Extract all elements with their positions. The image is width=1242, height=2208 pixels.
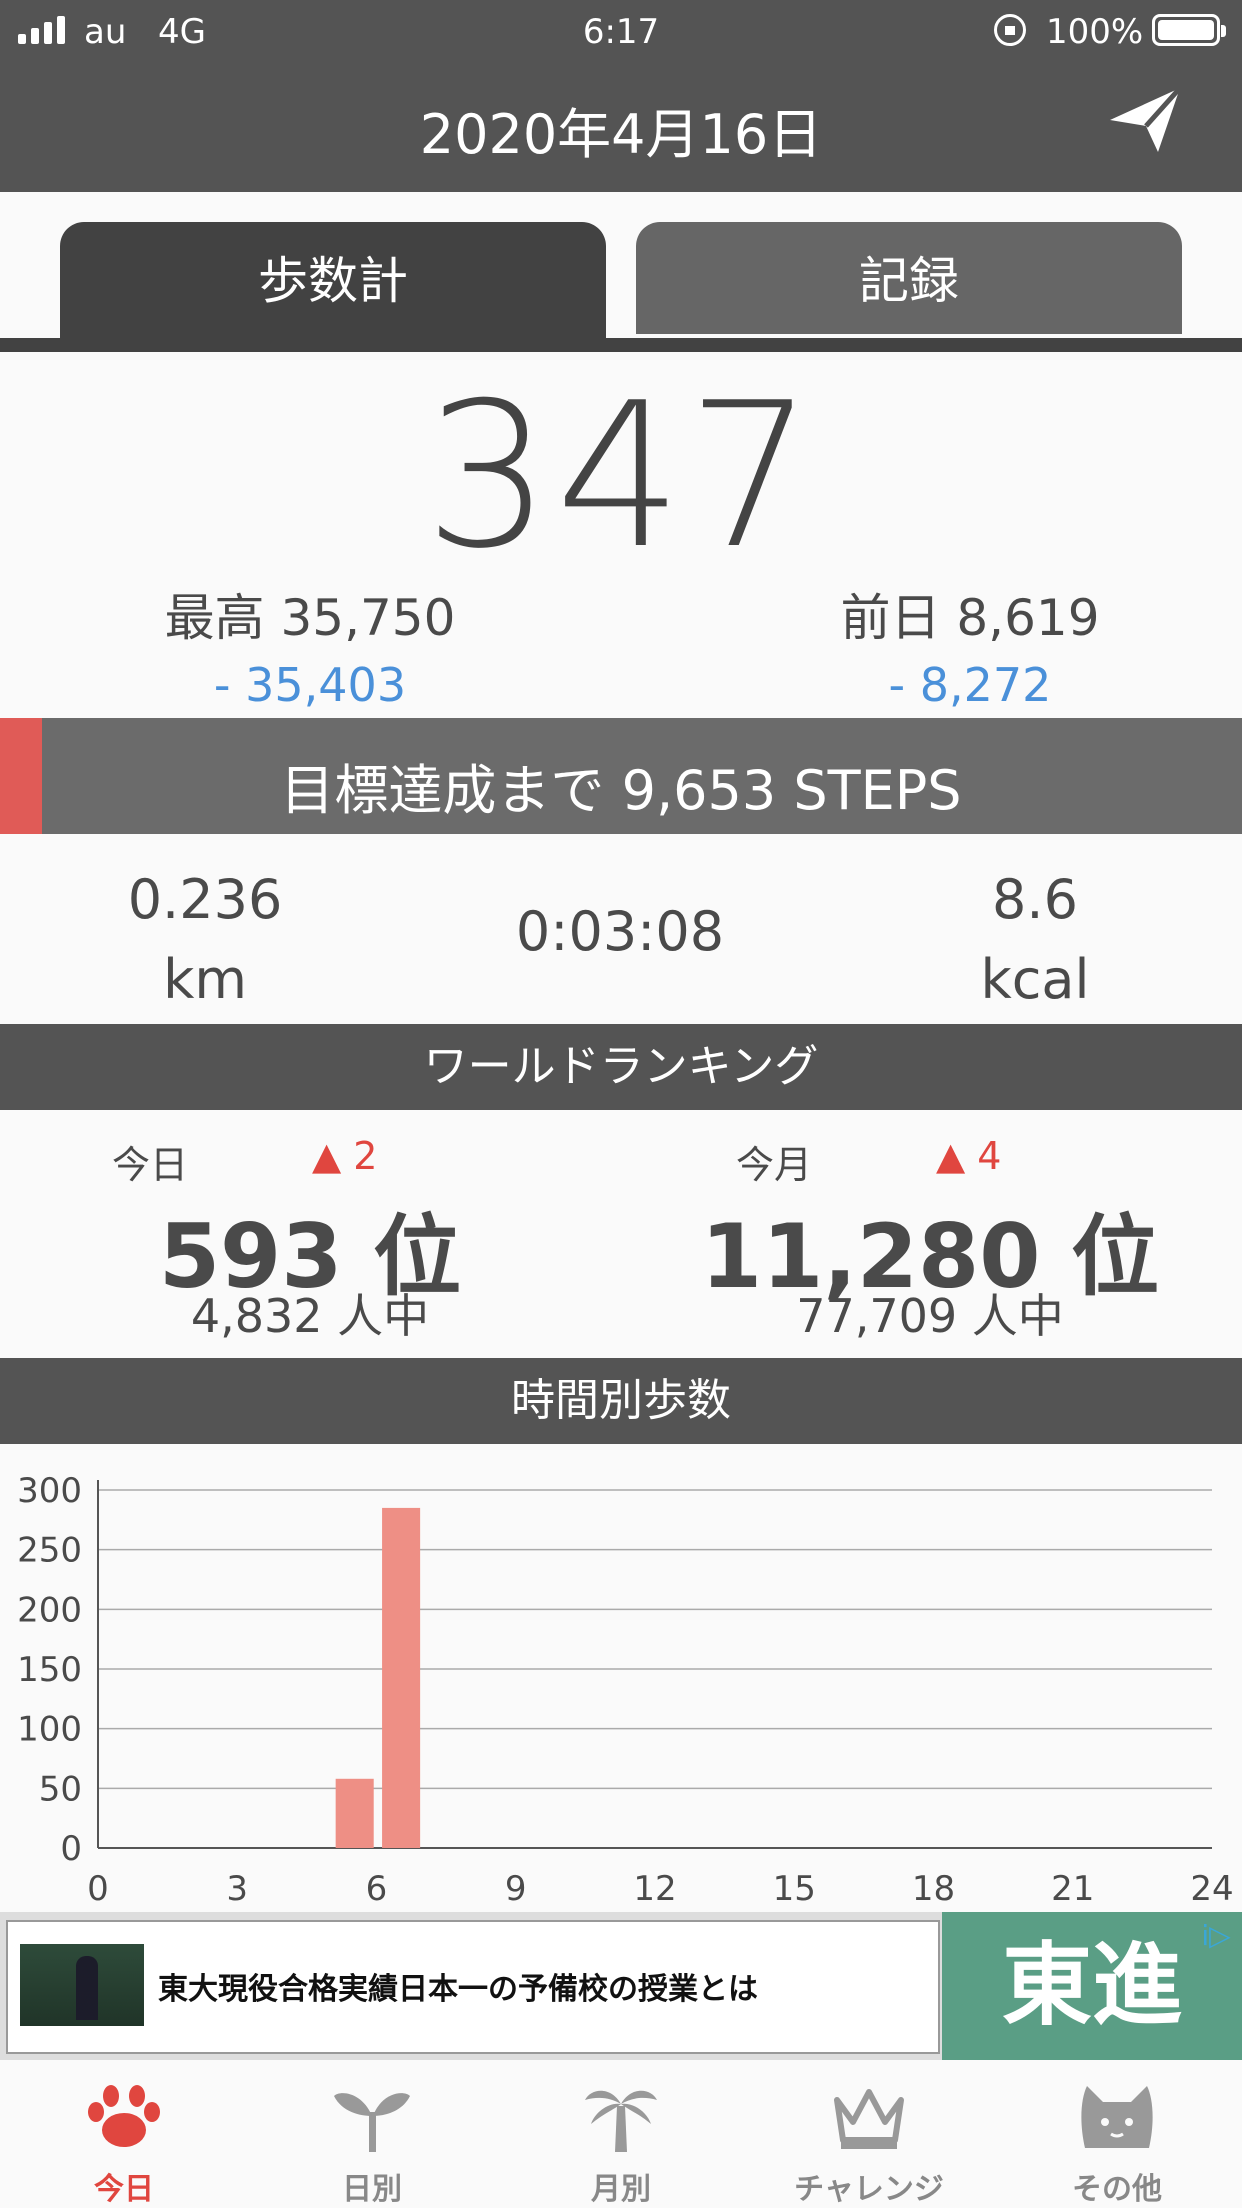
chart-y-tick: 150 xyxy=(17,1650,82,1690)
crown-icon xyxy=(834,2089,904,2149)
tab-bar-monthly-label: 月別 xyxy=(591,2172,651,2207)
previous-day-label: 前日 8,619 xyxy=(840,589,1100,647)
chart-y-tick: 50 xyxy=(39,1769,82,1809)
battery-icon xyxy=(1152,14,1226,46)
calories-metric: 8.6 kcal xyxy=(910,860,1160,1020)
battery-percent: 100% xyxy=(1046,12,1144,52)
hourly-steps-header: 時間別歩数 xyxy=(0,1358,1242,1444)
ranking-header: ワールドランキング xyxy=(0,1024,1242,1110)
ranking-today-label: 今日 xyxy=(112,1143,189,1187)
tab-bar-monthly[interactable]: 月別 xyxy=(497,2060,745,2208)
tab-bar-challenge-label: チャレンジ xyxy=(794,2172,944,2207)
ranking-month-change: ▲ 4 xyxy=(936,1134,1002,1178)
distance-metric: 0.236 km xyxy=(80,860,330,1020)
calories-unit: kcal xyxy=(980,948,1090,1011)
calories-value: 8.6 xyxy=(992,868,1078,931)
chart-x-tick: 6 xyxy=(366,1869,388,1909)
chart-x-tick: 21 xyxy=(1051,1869,1094,1909)
ranking-today-change: ▲ 2 xyxy=(312,1134,378,1178)
ad-thumbnail xyxy=(20,1944,144,2026)
cat-icon xyxy=(1081,2086,1153,2148)
chart-x-tick: 12 xyxy=(633,1869,676,1909)
tab-bar-daily[interactable]: 日別 xyxy=(248,2060,496,2208)
sprout-icon xyxy=(334,2093,410,2152)
send-icon[interactable] xyxy=(1106,80,1186,160)
chart-x-tick: 9 xyxy=(505,1869,527,1909)
best-record-diff: - 35,403 xyxy=(213,658,407,712)
ranking-month-label: 今月 xyxy=(736,1143,813,1187)
tab-bar-daily-label: 日別 xyxy=(342,2172,402,2207)
step-count: 347 xyxy=(424,360,818,593)
hourly-steps-chart: 300 250 200 150 100 50 0 0 3 6 9 12 15 18 21 24 xyxy=(0,1444,1242,1914)
ranking-today-total: 4,832 人中 xyxy=(190,1289,430,1343)
chart-x-tick: 3 xyxy=(226,1869,248,1909)
duration-metric: 0:03:08 xyxy=(515,900,725,963)
goal-banner: 目標達成まで 9,653 STEPS xyxy=(0,718,1242,834)
nav-bar: 2020年4月16日 xyxy=(0,62,1242,192)
chart-y-tick: 200 xyxy=(17,1590,82,1630)
chart-y-tick: 300 xyxy=(17,1471,82,1511)
goal-text: 目標達成まで 9,653 STEPS xyxy=(280,759,962,822)
tab-bar-today[interactable]: 今日 xyxy=(0,2060,248,2208)
status-bar: au 4G 6:17 100% xyxy=(0,0,1242,62)
tab-bar-today-label: 今日 xyxy=(94,2172,154,2207)
distance-value: 0.236 xyxy=(127,868,283,931)
chart-x-tick: 24 xyxy=(1190,1869,1233,1909)
palm-tree-icon xyxy=(585,2090,657,2152)
bottom-tab-bar: 今日 日別 月別 チャレンジ その他 xyxy=(0,2060,1242,2208)
chart-x-tick: 0 xyxy=(87,1869,109,1909)
tab-underline xyxy=(0,338,1242,352)
tab-bar-other[interactable]: その他 xyxy=(993,2060,1241,2208)
chart-x-tick: 15 xyxy=(773,1869,816,1909)
adchoices-icon[interactable]: i▷ xyxy=(1196,1916,1236,1956)
segment-tabs: 歩数計 記録 xyxy=(0,192,1242,352)
paw-icon xyxy=(88,2085,160,2147)
rotation-lock-icon xyxy=(994,14,1026,46)
hourly-chart-svg: 300 250 200 150 100 50 00 3 6 9 12 15 18 21 24 xyxy=(17,1471,1234,1909)
tab-pedometer[interactable]: 歩数計 xyxy=(60,222,606,340)
tab-records[interactable]: 記録 xyxy=(636,222,1182,334)
chart-y-tick: 250 xyxy=(17,1531,82,1571)
ad-text: 東大現役合格実績日本一の予備校の授業とは xyxy=(158,1972,758,2007)
tab-bar-other-label: その他 xyxy=(1072,2172,1162,2207)
previous-day: 前日 8,619 - 8,272 xyxy=(720,578,1220,712)
previous-day-diff: - 8,272 xyxy=(888,658,1052,712)
page-title: 2020年4月16日 xyxy=(419,103,823,166)
best-record-label: 最高 35,750 xyxy=(164,589,456,647)
chart-y-tick: 100 xyxy=(17,1710,82,1750)
ad-content[interactable]: 東大現役合格実績日本一の予備校の授業とは xyxy=(6,1920,940,2054)
ad-banner[interactable]: 東大現役合格実績日本一の予備校の授業とは 東進 i▷ xyxy=(0,1912,1242,2060)
chart-x-tick: 18 xyxy=(912,1869,955,1909)
best-record: 最高 35,750 - 35,403 xyxy=(60,578,560,712)
ranking-month-total: 77,709 人中 xyxy=(796,1289,1064,1343)
tab-bar-challenge[interactable]: チャレンジ xyxy=(745,2060,993,2208)
chart-bar xyxy=(335,1778,374,1848)
chart-bar xyxy=(382,1507,421,1848)
chart-y-tick: 0 xyxy=(60,1829,82,1869)
distance-unit: km xyxy=(163,948,247,1011)
